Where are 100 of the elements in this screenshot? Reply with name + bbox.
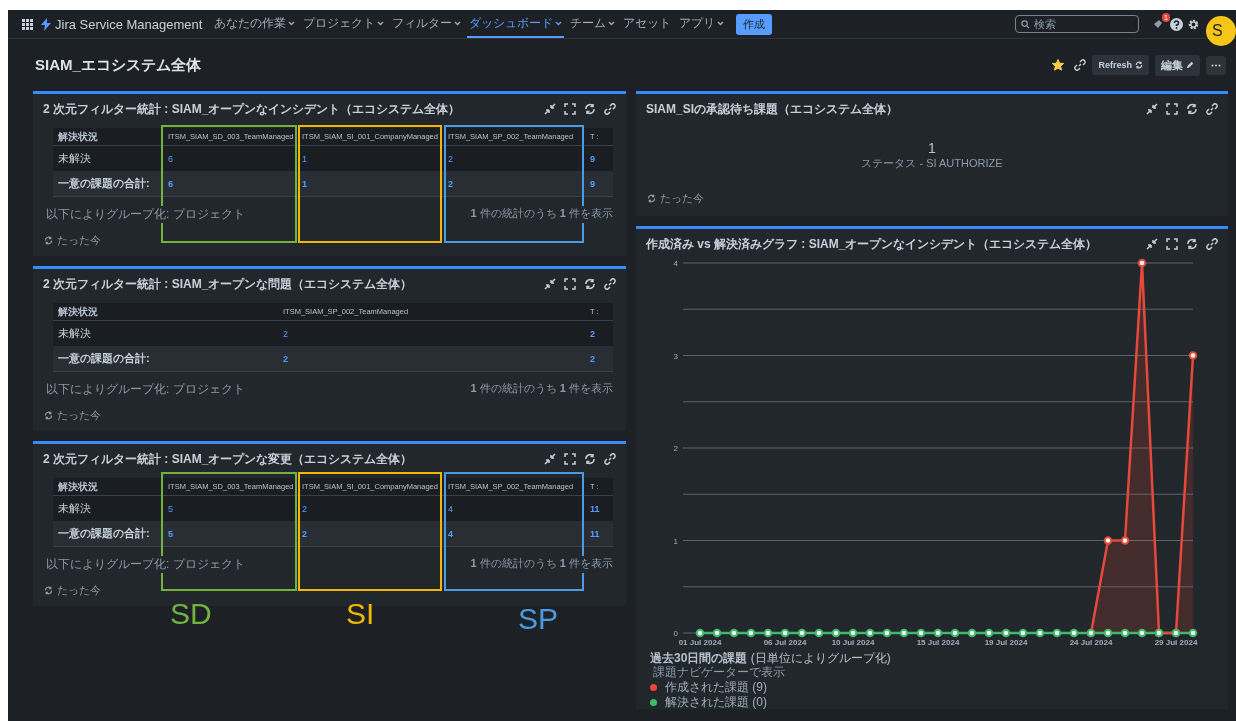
data-point[interactable] — [950, 628, 960, 638]
data-point[interactable] — [729, 628, 739, 638]
count-link[interactable]: 2 — [585, 321, 613, 346]
row-label: 未解決 — [53, 146, 163, 171]
refresh-icon[interactable] — [584, 453, 596, 465]
count-link[interactable]: 1 — [297, 171, 443, 197]
refresh-icon[interactable] — [584, 278, 596, 290]
settings-icon[interactable] — [1187, 17, 1200, 31]
data-point[interactable] — [1137, 258, 1147, 268]
updated-time: たった今 — [57, 408, 101, 423]
nav-menu-item[interactable]: チーム — [568, 10, 618, 38]
data-point[interactable] — [1120, 536, 1130, 545]
lightning-logo-icon[interactable] — [41, 17, 51, 31]
data-point[interactable] — [933, 628, 943, 638]
data-point[interactable] — [967, 628, 977, 638]
refresh-button[interactable]: Refresh — [1092, 55, 1149, 75]
data-point[interactable] — [1103, 536, 1113, 545]
user-avatar[interactable]: S — [1206, 16, 1236, 46]
gadget-title: 2 次元フィルター統計 : SIAM_オープンな問題（エコシステム全体） — [43, 275, 414, 293]
data-point[interactable] — [1120, 628, 1130, 638]
count-link[interactable]: 5 — [163, 521, 297, 547]
create-button[interactable]: 作成 — [736, 13, 773, 35]
edit-button[interactable]: 編集 — [1155, 54, 1200, 76]
link-icon[interactable] — [604, 278, 616, 290]
count-link[interactable]: 2 — [585, 346, 613, 372]
data-point[interactable] — [1103, 628, 1113, 638]
count-link[interactable]: 4 — [443, 496, 585, 521]
minimize-icon[interactable] — [1146, 103, 1158, 115]
link-icon[interactable] — [1206, 103, 1218, 115]
data-point[interactable] — [797, 628, 807, 638]
data-point[interactable] — [746, 628, 756, 638]
help-icon[interactable] — [1170, 17, 1183, 31]
minimize-icon[interactable] — [544, 103, 556, 115]
y-tick-label: 2 — [673, 444, 678, 453]
refresh-icon[interactable] — [1186, 238, 1198, 250]
data-point[interactable] — [831, 628, 841, 638]
search-field[interactable]: 検索 — [1015, 15, 1139, 33]
count-link[interactable]: 9 — [585, 171, 613, 197]
data-point[interactable] — [848, 628, 858, 638]
x-tick-label: 24 Jul 2024 — [1069, 638, 1113, 647]
nav-menu-item[interactable]: あなたの作業 — [212, 10, 298, 38]
link-icon[interactable] — [604, 103, 616, 115]
more-actions-button[interactable] — [1206, 55, 1226, 75]
link-icon[interactable] — [604, 453, 616, 465]
count-link[interactable]: 2 — [443, 146, 585, 171]
link-icon[interactable] — [1206, 238, 1218, 250]
gadget-title: 2 次元フィルター統計 : SIAM_オープンなインシデント（エコシステム全体） — [43, 100, 462, 118]
count-link[interactable]: 6 — [163, 171, 297, 197]
data-point[interactable] — [1035, 628, 1045, 638]
data-point[interactable] — [780, 628, 790, 638]
nav-menu-item[interactable]: プロジェクト — [301, 10, 387, 38]
minimize-icon[interactable] — [1146, 238, 1158, 250]
fullscreen-icon[interactable] — [1166, 103, 1178, 115]
product-name[interactable]: Jira Service Management — [55, 16, 203, 32]
count-link[interactable]: 2 — [297, 496, 443, 521]
data-point[interactable] — [984, 628, 994, 638]
app-switcher-icon[interactable] — [22, 18, 33, 30]
count-link[interactable]: 2 — [443, 171, 585, 197]
data-point[interactable] — [1069, 628, 1079, 638]
data-point[interactable] — [916, 628, 926, 638]
count-link[interactable]: 1 — [297, 146, 443, 171]
data-point[interactable] — [882, 628, 892, 638]
nav-menu-item[interactable]: アセット — [621, 10, 674, 38]
refresh-icon[interactable] — [584, 103, 596, 115]
data-point[interactable] — [865, 628, 875, 638]
fullscreen-icon[interactable] — [1166, 238, 1178, 250]
data-point[interactable] — [1137, 628, 1147, 638]
data-point[interactable] — [695, 628, 705, 638]
nav-menu-item[interactable]: フィルター — [390, 10, 464, 38]
issue-navigator-link[interactable]: 課題ナビゲーターで表示 — [650, 665, 1228, 679]
data-point[interactable] — [814, 628, 824, 638]
star-icon[interactable] — [1052, 59, 1065, 71]
count-link[interactable]: 5 — [163, 496, 297, 521]
fullscreen-icon[interactable] — [564, 103, 576, 115]
data-point[interactable] — [712, 628, 722, 638]
count-link[interactable]: 9 — [585, 146, 613, 171]
refresh-icon — [44, 236, 53, 245]
minimize-icon[interactable] — [544, 453, 556, 465]
fullscreen-icon[interactable] — [564, 278, 576, 290]
data-point[interactable] — [763, 628, 773, 638]
nav-menu-item[interactable]: ダッシュボード — [467, 10, 565, 38]
refresh-icon[interactable] — [1186, 103, 1198, 115]
count-link[interactable]: 6 — [163, 146, 297, 171]
data-point[interactable] — [1188, 351, 1198, 360]
x-tick-label: 10 Jul 2024 — [831, 638, 875, 647]
count-link[interactable]: 11 — [585, 496, 613, 521]
data-point[interactable] — [1188, 628, 1198, 638]
data-point[interactable] — [1001, 628, 1011, 638]
nav-menu-item[interactable]: アプリ — [677, 10, 727, 38]
data-point[interactable] — [1018, 628, 1028, 638]
minimize-icon[interactable] — [544, 278, 556, 290]
link-icon[interactable] — [1074, 59, 1087, 71]
count-link[interactable]: 2 — [278, 346, 585, 372]
data-point[interactable] — [899, 628, 909, 638]
count-link[interactable]: 2 — [297, 521, 443, 547]
count-link[interactable]: 4 — [443, 521, 585, 547]
count-link[interactable]: 2 — [278, 321, 585, 346]
fullscreen-icon[interactable] — [564, 453, 576, 465]
count-link[interactable]: 11 — [585, 521, 613, 547]
data-point[interactable] — [1052, 628, 1062, 638]
